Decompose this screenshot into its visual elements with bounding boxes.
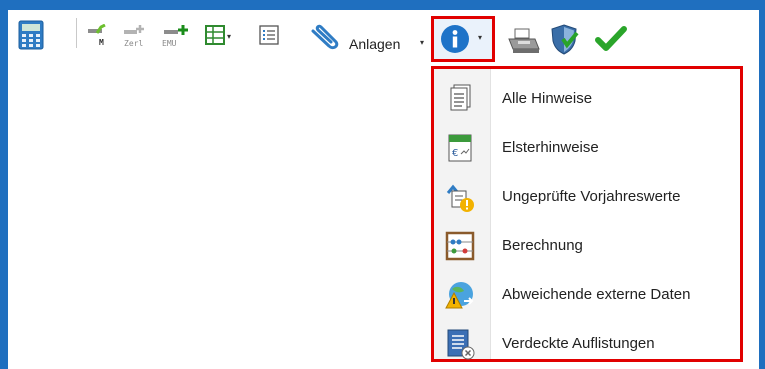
info-dropdown-button[interactable]: ▾ [431, 16, 495, 62]
calculator-icon[interactable] [16, 18, 46, 52]
menu-item-ungepruefte-vorjahreswerte[interactable]: Ungeprüfte Vorjahreswerte [434, 173, 740, 221]
emu-add-icon[interactable] [164, 24, 188, 38]
hidden-list-icon [444, 328, 476, 360]
menu-item-label: Elsterhinweise [502, 139, 599, 156]
anlagen-button[interactable]: Anlagen [349, 36, 400, 52]
menu-item-label: Verdeckte Auflistungen [502, 335, 655, 352]
checkmark-icon[interactable] [594, 24, 628, 54]
paperclip-icon[interactable] [308, 20, 344, 52]
zerl-label: Zerl [124, 39, 144, 48]
split-icon[interactable] [124, 24, 144, 38]
menu-item-alle-hinweise[interactable]: Alle Hinweise [434, 75, 740, 123]
anlagen-dropdown-caret[interactable]: ▾ [420, 38, 424, 47]
menu-item-verdeckte-auflistungen[interactable]: Verdeckte Auflistungen [434, 320, 740, 368]
unchecked-values-icon [444, 181, 476, 213]
list-icon[interactable] [258, 24, 280, 46]
shield-check-icon[interactable] [548, 22, 580, 56]
menu-item-label: Berechnung [502, 237, 583, 254]
toolbar: M Zerl EMU ▾ Anlagen ▾ [8, 10, 759, 66]
menu-item-elsterhinweise[interactable]: € Elsterhinweise [434, 124, 740, 172]
menu-item-label: Abweichende externe Daten [502, 286, 691, 303]
toolbar-separator [76, 18, 77, 48]
table-icon[interactable] [204, 24, 226, 46]
info-dropdown-caret: ▾ [478, 33, 483, 42]
menu-item-label: Ungeprüfte Vorjahreswerte [502, 188, 681, 205]
m-label: M [99, 38, 104, 47]
printer-icon[interactable] [506, 26, 540, 56]
menu-item-abweichende-externe-daten[interactable]: Abweichende externe Daten [434, 271, 740, 319]
menu-item-label: Alle Hinweise [502, 90, 593, 107]
menu-item-berechnung[interactable]: Berechnung [434, 222, 740, 270]
svg-text:€: € [452, 148, 458, 159]
document-list-icon [444, 83, 476, 115]
info-dropdown-menu: Alle Hinweise € Elsterhinweise Ungeprüft… [431, 66, 743, 362]
emu-label: EMU [162, 39, 177, 48]
abacus-icon [444, 230, 476, 262]
info-icon [440, 24, 470, 54]
external-data-warning-icon [444, 279, 476, 311]
elster-icon: € [444, 132, 476, 164]
mark-icon[interactable] [88, 24, 106, 38]
table-dropdown-caret[interactable]: ▾ [227, 32, 231, 41]
